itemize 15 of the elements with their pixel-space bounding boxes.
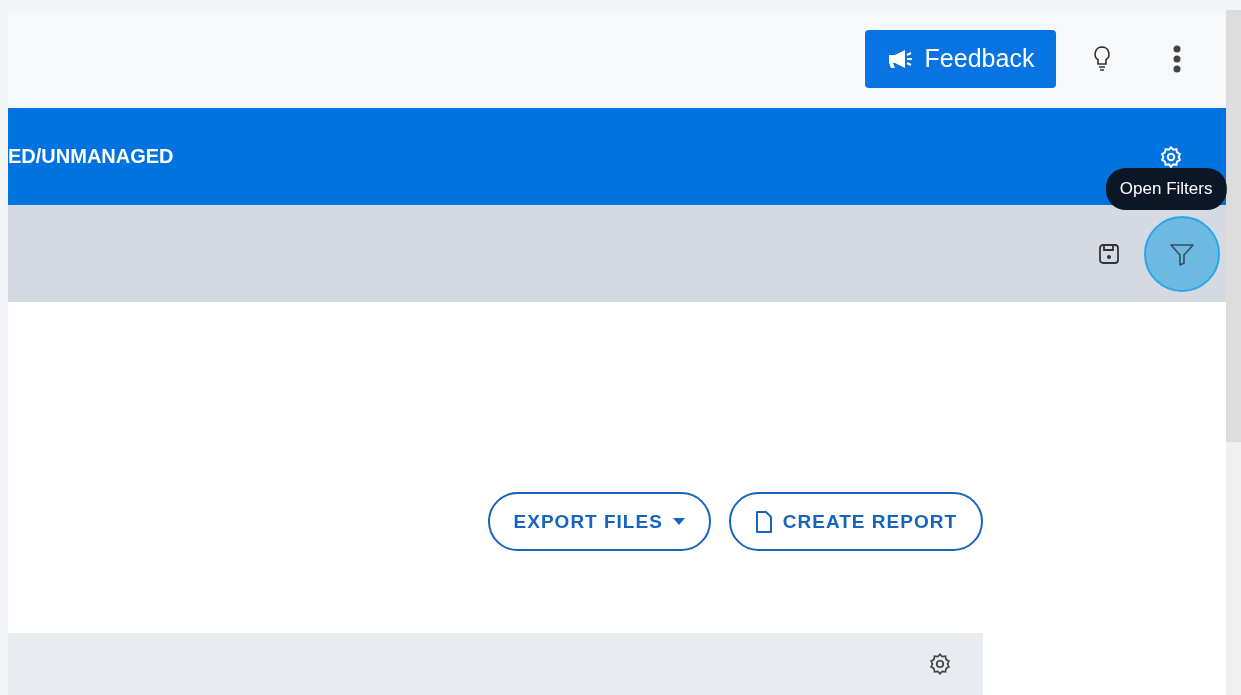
feedback-button[interactable]: Feedback bbox=[865, 29, 1056, 88]
settings-icon[interactable] bbox=[1158, 143, 1184, 170]
settings-icon[interactable] bbox=[927, 651, 953, 677]
document-icon bbox=[754, 509, 773, 534]
more-options-icon[interactable] bbox=[1172, 43, 1182, 74]
save-icon[interactable] bbox=[1098, 242, 1120, 265]
export-dropdown-button[interactable]: EXPORT FILES bbox=[487, 492, 711, 551]
scrollbar-thumb[interactable] bbox=[1226, 10, 1241, 442]
scrollbar[interactable] bbox=[1226, 10, 1241, 695]
lightbulb-icon[interactable] bbox=[1092, 44, 1112, 73]
megaphone-icon bbox=[886, 47, 913, 70]
caret-icon bbox=[672, 517, 685, 526]
tooltip: Open Filters bbox=[1105, 167, 1227, 210]
page-title: ED/UNMANAGED bbox=[8, 145, 174, 168]
create-report-button[interactable]: CREATE REPORT bbox=[728, 492, 983, 551]
